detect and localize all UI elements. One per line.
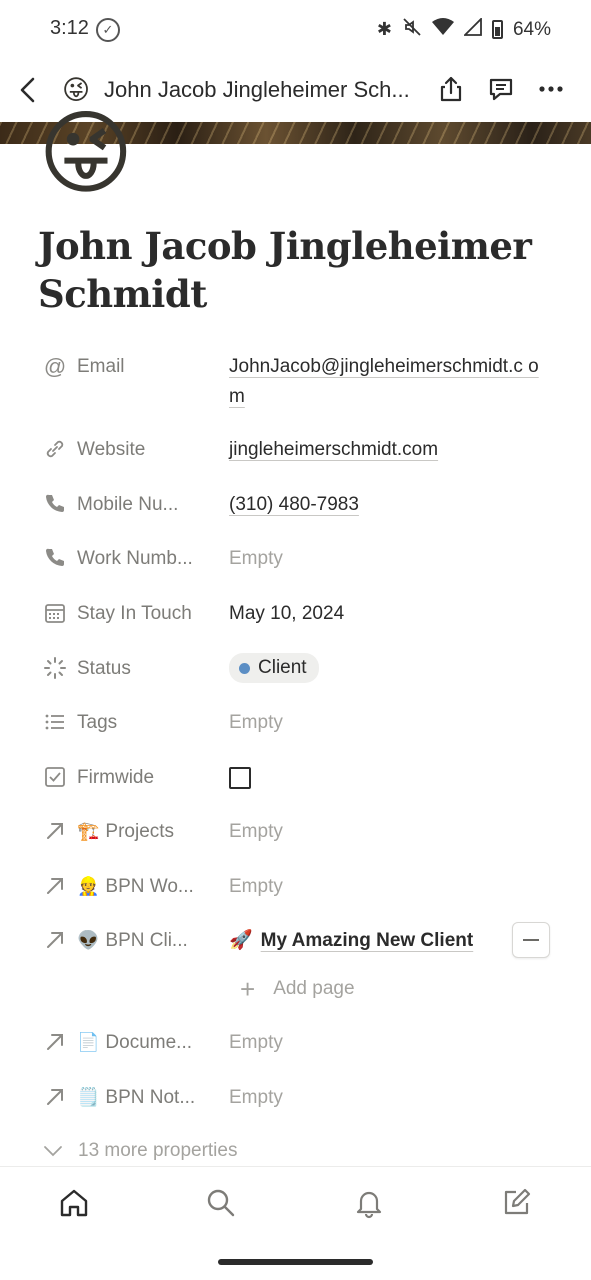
compose-button[interactable] xyxy=(498,1185,534,1221)
search-button[interactable] xyxy=(203,1185,239,1221)
relation-page-link[interactable]: 🚀 My Amazing New Client xyxy=(229,926,559,956)
calendar-icon xyxy=(42,601,68,627)
add-page-label: Add page xyxy=(273,978,355,999)
notifications-button[interactable] xyxy=(351,1185,387,1221)
mobile-value[interactable]: (310) 480-7983 xyxy=(229,490,559,520)
home-button[interactable] xyxy=(56,1185,92,1221)
status-dot xyxy=(239,662,250,674)
compose-icon xyxy=(504,1188,531,1215)
property-label: 👷 BPN Wo... xyxy=(77,876,194,897)
page-emoji-icon[interactable]: 😜 xyxy=(62,74,90,106)
bluetooth-icon: ✱ xyxy=(376,19,392,39)
arrow-icon xyxy=(42,874,68,900)
property-label: 📄 Docume... xyxy=(77,1032,193,1053)
battery-level: 64% xyxy=(512,18,551,40)
rocket-emoji-icon: 🚀 xyxy=(229,930,253,951)
arrow-icon xyxy=(42,928,68,954)
more-button[interactable] xyxy=(535,72,567,106)
status-bar: 3:12 ✓ ✱ 64% xyxy=(0,0,591,58)
nav-title[interactable]: John Jacob Jingleheimer Sch... xyxy=(104,77,424,103)
arrow-icon xyxy=(42,1085,68,1111)
link-icon xyxy=(42,437,68,463)
tags-value[interactable]: Empty xyxy=(229,708,559,738)
share-button[interactable] xyxy=(435,72,467,106)
bottom-nav xyxy=(0,1166,591,1240)
bpn-notes-value[interactable]: Empty xyxy=(229,1083,559,1113)
property-label: Mobile Nu... xyxy=(77,494,179,515)
property-label: Firmwide xyxy=(77,767,155,788)
documents-value[interactable]: Empty xyxy=(229,1028,559,1058)
status-value: Client xyxy=(258,657,307,678)
email-value[interactable]: JohnJacob@jingleheimerschmidt.c om xyxy=(229,352,549,412)
plus-icon: + xyxy=(240,974,256,1004)
property-label: 🏗️ Projects xyxy=(77,821,175,842)
add-page-button[interactable]: + Add page xyxy=(240,976,355,1002)
phone-icon xyxy=(42,546,68,572)
search-icon xyxy=(207,1189,235,1217)
more-properties-label: 13 more properties xyxy=(78,1140,238,1161)
status-icon xyxy=(42,656,68,682)
arrow-icon xyxy=(42,819,68,845)
check-circle-icon: ✓ xyxy=(96,18,120,42)
firmwide-checkbox[interactable] xyxy=(229,767,251,789)
status-icons: ✱ 64% xyxy=(376,16,551,42)
construction-emoji-icon: 🏗️ xyxy=(77,821,100,841)
worker-emoji-icon: 👷 xyxy=(77,876,100,896)
more-properties-toggle[interactable]: 13 more properties xyxy=(42,1140,237,1162)
page-title[interactable]: John Jacob Jingleheimer Schmidt xyxy=(38,222,558,318)
notepad-emoji-icon: 🗒️ xyxy=(77,1087,100,1107)
property-label: Stay In Touch xyxy=(77,603,192,624)
phone-icon xyxy=(42,492,68,518)
comment-button[interactable] xyxy=(485,72,517,106)
status-time: 3:12 xyxy=(50,17,89,39)
bell-icon xyxy=(356,1191,382,1219)
projects-value[interactable]: Empty xyxy=(229,817,559,847)
page-icon[interactable]: 😜 xyxy=(38,104,134,204)
property-label: Status xyxy=(77,658,131,679)
home-icon xyxy=(60,1189,88,1217)
remove-relation-button[interactable] xyxy=(512,922,550,958)
signal-icon xyxy=(462,16,482,41)
alien-emoji-icon: 👽 xyxy=(77,930,100,950)
property-label: 🗒️ BPN Not... xyxy=(77,1087,196,1108)
property-label: Work Numb... xyxy=(77,548,193,569)
property-label: Tags xyxy=(77,712,118,733)
bpn-workers-value[interactable]: Empty xyxy=(229,872,559,902)
checkbox-icon xyxy=(42,765,68,791)
at-icon: @ xyxy=(43,354,67,379)
list-icon xyxy=(42,710,68,736)
status-badge[interactable]: Client xyxy=(229,653,319,683)
website-value[interactable]: jingleheimerschmidt.com xyxy=(229,435,559,465)
battery-icon xyxy=(491,20,503,39)
stay-in-touch-value[interactable]: May 10, 2024 xyxy=(229,599,559,629)
arrow-icon xyxy=(42,1030,68,1056)
work-number-value[interactable]: Empty xyxy=(229,544,559,574)
comment-icon xyxy=(489,78,513,101)
property-label: 👽 BPN Cli... xyxy=(77,930,188,951)
home-indicator[interactable] xyxy=(218,1259,373,1265)
chevron-down-icon xyxy=(44,1146,62,1157)
mute-icon xyxy=(402,17,422,42)
document-emoji-icon: 📄 xyxy=(77,1032,100,1052)
more-icon xyxy=(539,86,563,92)
share-icon xyxy=(440,76,462,102)
property-label: Email xyxy=(77,356,125,377)
wifi-icon xyxy=(431,18,454,41)
property-label: Website xyxy=(77,439,146,460)
relation-title: My Amazing New Client xyxy=(260,930,474,951)
